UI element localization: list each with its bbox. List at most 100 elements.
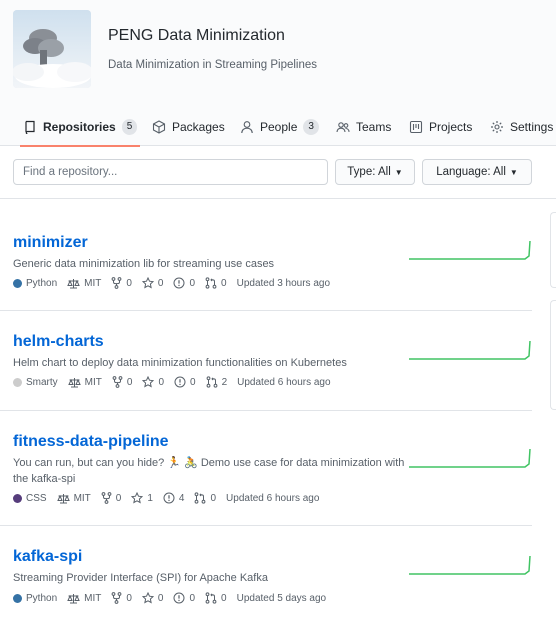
- law-icon: [67, 278, 80, 288]
- tab-label: Repositories: [43, 120, 116, 134]
- language-color-dot: [13, 278, 22, 288]
- pull-requests-link[interactable]: 0: [205, 277, 227, 289]
- pull-requests-count: 2: [221, 376, 228, 388]
- language-color-dot: [13, 377, 22, 387]
- star-icon: [141, 592, 154, 604]
- issues-link[interactable]: 0: [173, 277, 195, 289]
- issues-count: 0: [189, 277, 196, 289]
- issues-count: 0: [190, 376, 196, 388]
- updated-time: Updated 5 days ago: [236, 592, 327, 604]
- repository-description: Generic data minimization lib for stream…: [13, 258, 275, 270]
- org-nav-tabs: Repositories 5 Packages People 3 Teams P…: [0, 108, 556, 147]
- repository-name-link[interactable]: minimizer: [13, 234, 88, 252]
- people-count: 3: [303, 119, 319, 135]
- issues-link[interactable]: 4: [163, 492, 184, 504]
- language-color-dot: [13, 593, 22, 603]
- pull-requests-count: 0: [210, 492, 217, 504]
- stars-link[interactable]: 1: [131, 492, 153, 504]
- repository-meta: Smarty MIT 0 0 0 2 Updated 6 hours ago: [13, 376, 341, 388]
- repository-divider: [0, 525, 532, 526]
- fork-icon: [112, 376, 123, 388]
- stars-count: 0: [157, 277, 164, 289]
- repository-language: Smarty: [13, 377, 58, 388]
- pull-request-icon: [195, 492, 206, 504]
- repository-description: You can run, but can you hide? 🏃 🚴 Demo …: [13, 457, 405, 485]
- stars-link[interactable]: 0: [141, 592, 164, 604]
- repository-divider: [0, 410, 532, 411]
- star-icon: [141, 277, 154, 289]
- forks-link[interactable]: 0: [101, 492, 121, 504]
- star-icon: [142, 376, 155, 388]
- repository-meta: Python MIT 0 0 0 0 Updated 5 days ago: [13, 592, 336, 604]
- type-filter-button[interactable]: Type: All ▼: [335, 159, 415, 185]
- tab-people[interactable]: People 3: [240, 108, 319, 146]
- tab-settings[interactable]: Settings: [490, 108, 553, 146]
- sparkline-path: [409, 340, 531, 360]
- repository-name-link[interactable]: kafka-spi: [13, 548, 82, 566]
- issues-link[interactable]: 0: [173, 592, 195, 604]
- forks-count: 0: [126, 376, 133, 388]
- activity-sparkline: [409, 448, 531, 468]
- language-color-dot: [13, 493, 22, 503]
- stars-count: 0: [158, 376, 165, 388]
- pull-requests-link[interactable]: 0: [205, 592, 227, 604]
- fork-icon: [101, 492, 112, 504]
- pull-request-icon: [205, 277, 217, 289]
- tab-repositories[interactable]: Repositories 5: [20, 108, 141, 147]
- fork-icon: [111, 592, 122, 604]
- tab-teams[interactable]: Teams: [336, 108, 391, 146]
- stars-count: 1: [147, 492, 153, 504]
- organization-avatar[interactable]: [13, 10, 91, 88]
- issue-icon: [173, 592, 185, 604]
- updated-time: Updated 6 hours ago: [226, 492, 320, 504]
- forks-count: 0: [126, 277, 132, 289]
- repository-name-link[interactable]: fitness-data-pipeline: [13, 433, 169, 451]
- repository-license: MIT: [67, 278, 101, 289]
- tab-projects[interactable]: Projects: [409, 108, 472, 146]
- tab-packages[interactable]: Packages: [152, 108, 225, 146]
- stars-count: 0: [157, 592, 164, 604]
- caret-down-icon: ▼: [394, 167, 403, 177]
- repository-meta: Python MIT 0 0 0 0 Updated 3 hours ago: [13, 277, 340, 289]
- repo-icon: [23, 120, 37, 135]
- person-icon: [240, 120, 254, 134]
- updated-time: Updated 3 hours ago: [236, 277, 331, 289]
- side-panel-edge: [550, 212, 556, 288]
- find-repository-input[interactable]: [13, 159, 328, 185]
- updated-time: Updated 6 hours ago: [237, 376, 331, 388]
- stars-link[interactable]: 0: [141, 277, 164, 289]
- people-icon: [336, 120, 350, 134]
- org-description: Data Minimization in Streaming Pipelines: [108, 59, 318, 71]
- issue-icon: [163, 492, 175, 504]
- license-name: MIT: [84, 277, 102, 289]
- activity-sparkline: [409, 555, 531, 575]
- language-filter-label: Language: All: [436, 166, 506, 178]
- language-name: CSS: [26, 492, 47, 504]
- repository-description: Helm chart to deploy data minimization f…: [13, 357, 347, 369]
- activity-sparkline: [409, 240, 531, 260]
- repository-language: Python: [13, 278, 57, 289]
- law-icon: [56, 493, 70, 503]
- pull-requests-link[interactable]: 0: [194, 492, 216, 504]
- repository-language: Python: [13, 593, 57, 604]
- issue-icon: [173, 277, 185, 289]
- issues-link[interactable]: 0: [174, 376, 196, 388]
- forks-link[interactable]: 0: [111, 592, 132, 604]
- repository-name-link[interactable]: helm-charts: [13, 333, 104, 351]
- law-icon: [67, 593, 80, 603]
- gear-icon: [490, 120, 504, 134]
- repositories-count: 5: [121, 119, 138, 135]
- sparkline-path: [409, 555, 531, 575]
- stars-link[interactable]: 0: [142, 376, 164, 388]
- license-name: MIT: [73, 492, 91, 504]
- issue-icon: [174, 376, 186, 388]
- repository-license: MIT: [56, 492, 91, 504]
- forks-link[interactable]: 0: [111, 277, 132, 289]
- org-header: PENG Data Minimization Data Minimization…: [0, 0, 556, 147]
- side-panel-edge: [550, 300, 556, 410]
- forks-link[interactable]: 0: [112, 376, 133, 388]
- license-name: MIT: [84, 376, 102, 388]
- license-name: MIT: [84, 592, 102, 604]
- pull-requests-link[interactable]: 2: [206, 376, 228, 388]
- language-filter-button[interactable]: Language: All ▼: [422, 159, 532, 185]
